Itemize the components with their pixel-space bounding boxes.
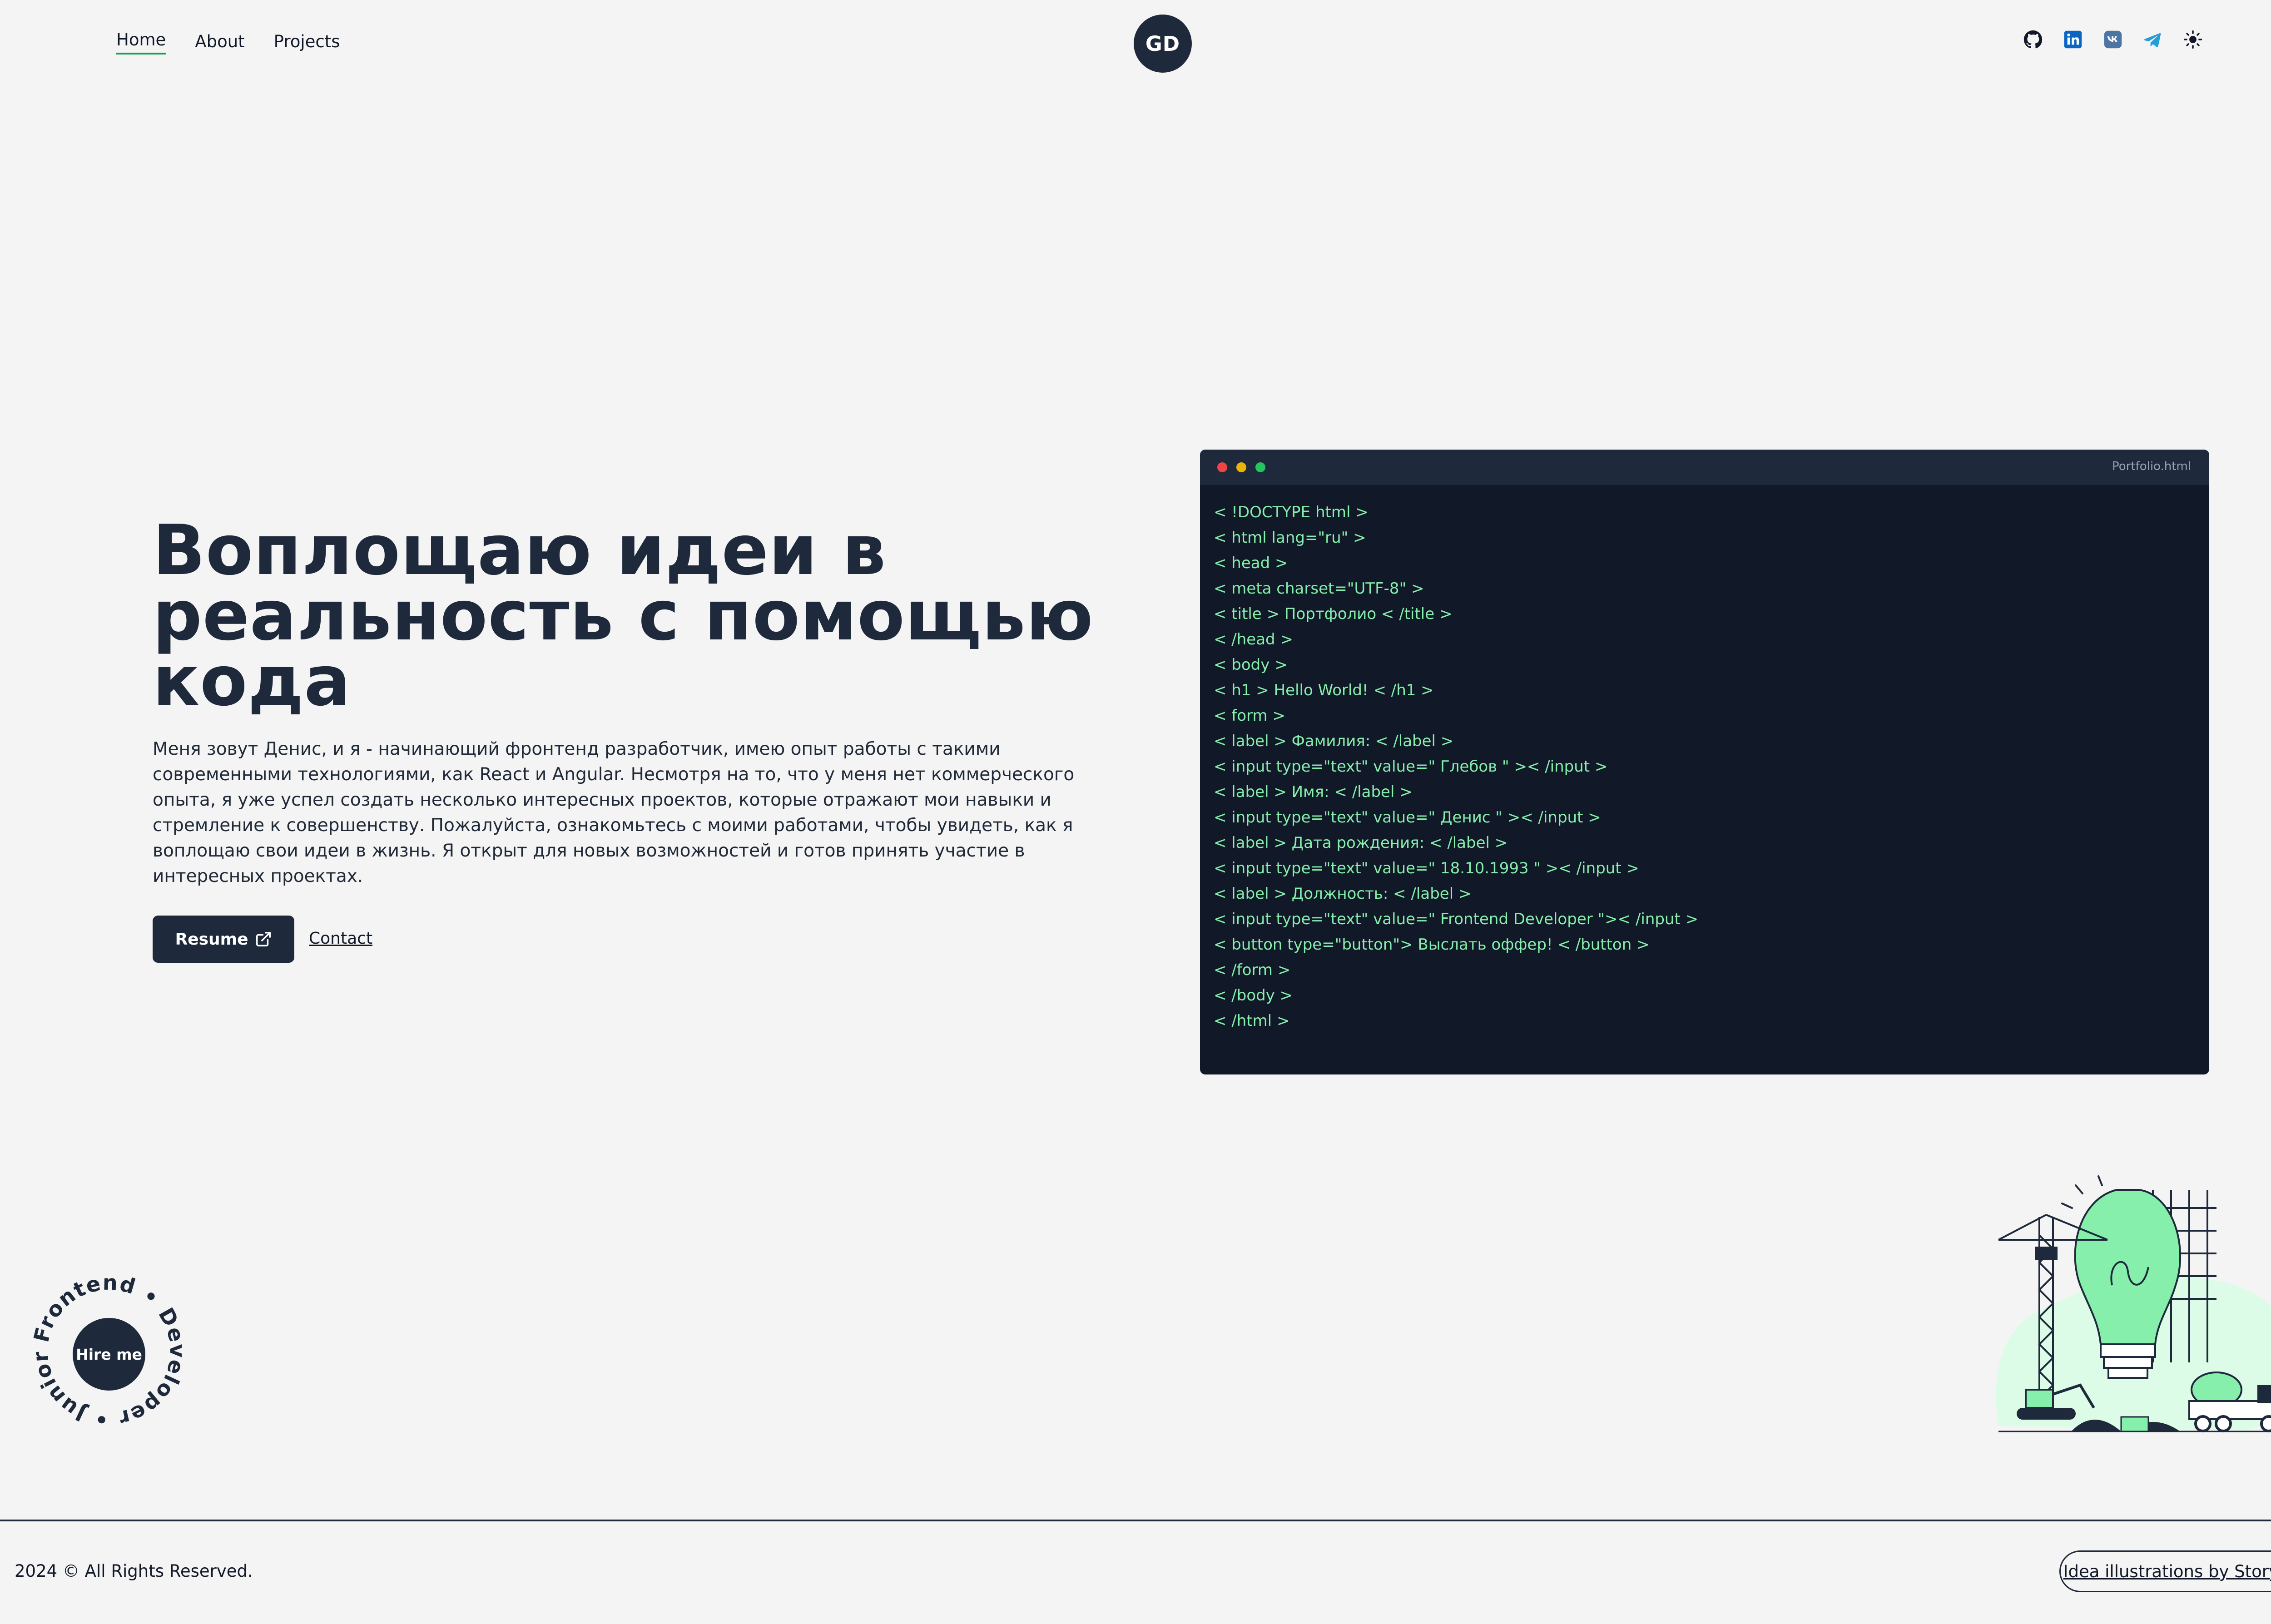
nav-projects-link[interactable]: Projects — [274, 29, 340, 54]
code-line: < input type="text" value=" Frontend Dev… — [1214, 910, 1699, 928]
code-line: < /form > — [1214, 961, 1291, 979]
code-lines: < !DOCTYPE html > < html lang="ru" > < h… — [1214, 500, 1698, 1034]
storyset-credit-link[interactable]: Idea illustrations by Storyset — [2059, 1550, 2271, 1592]
nav-about-link[interactable]: About — [195, 29, 244, 54]
code-window-titlebar: Portfolio.html — [1200, 450, 2209, 485]
code-line: < meta charset="UTF-8" > — [1214, 579, 1424, 598]
code-line: < label > Имя: < /label > — [1214, 783, 1413, 801]
code-line: < input type="text" value=" Глебов " >< … — [1214, 758, 1608, 776]
contact-link[interactable]: Contact — [309, 929, 372, 948]
code-line: < head > — [1214, 554, 1288, 572]
code-line: < input type="text" value=" Денис " >< /… — [1214, 808, 1601, 827]
code-line: < /body > — [1214, 986, 1293, 1005]
code-line: < label > Должность: < /label > — [1214, 885, 1472, 903]
minimize-dot — [1236, 462, 1246, 472]
main-nav: Home About Projects — [116, 29, 340, 54]
construction-lightbulb-illustration — [1996, 1175, 2271, 1432]
code-line: < html lang="ru" > — [1214, 529, 1366, 547]
hero-title-line: кода — [153, 641, 351, 721]
code-line: < label > Дата рождения: < /label > — [1214, 834, 1508, 852]
external-link-icon — [256, 932, 271, 946]
sun-theme-icon[interactable] — [2183, 30, 2202, 49]
close-dot — [1217, 462, 1227, 472]
code-line: < label > Фамилия: < /label > — [1214, 732, 1454, 750]
resume-button[interactable]: Resume — [153, 916, 294, 963]
code-line: < title > Портфолио < /title > — [1214, 605, 1453, 623]
code-filename: Portfolio.html — [2112, 460, 2191, 473]
copyright-text: 2024 © All Rights Reserved. — [15, 1561, 253, 1581]
code-line: < !DOCTYPE html > — [1214, 503, 1369, 521]
logo[interactable]: GD — [1134, 15, 1192, 73]
hero-title: Воплощаю идеи в реальность с помощью кода — [153, 516, 1152, 716]
code-line: < /html > — [1214, 1012, 1290, 1030]
telegram-icon[interactable] — [2143, 30, 2162, 49]
linkedin-icon[interactable] — [2063, 30, 2083, 49]
code-line: < /head > — [1214, 630, 1293, 649]
github-icon[interactable] — [2023, 30, 2043, 49]
nav-home-link[interactable]: Home — [116, 29, 166, 54]
footer-divider — [0, 1520, 2271, 1521]
code-line: < h1 > Hello World! < /h1 > — [1214, 681, 1434, 699]
code-line: < button type="button"> Выслать оффер! <… — [1214, 936, 1650, 954]
maximize-dot — [1255, 462, 1265, 472]
social-links — [2023, 30, 2202, 49]
hero-description: Меня зовут Денис, и я - начинающий фронт… — [153, 739, 1075, 886]
code-line: < form > — [1214, 707, 1285, 725]
code-window: Portfolio.html < !DOCTYPE html > < html … — [1200, 450, 2209, 1074]
code-line: < body > — [1214, 656, 1288, 674]
resume-label: Resume — [175, 930, 248, 949]
vk-icon[interactable] — [2103, 30, 2122, 49]
code-line: < input type="text" value=" 18.10.1993 "… — [1214, 859, 1639, 877]
hire-me-button[interactable]: Hire me — [73, 1318, 145, 1391]
